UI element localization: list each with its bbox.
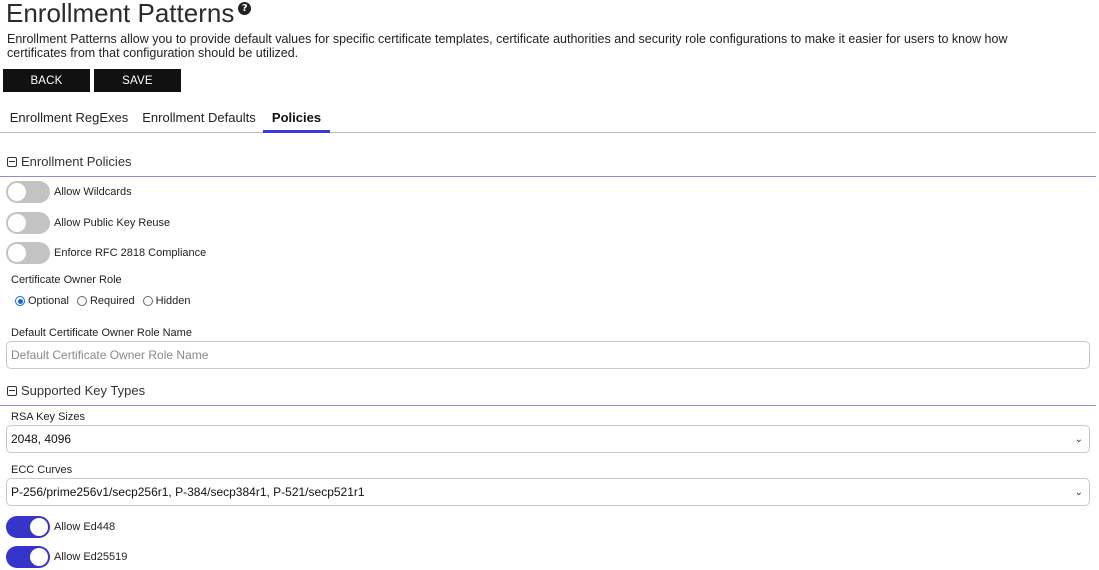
radio-button[interactable] (15, 296, 25, 306)
section-divider (0, 405, 1096, 406)
allow-ed448-toggle[interactable] (6, 516, 50, 538)
allow-public-key-reuse-toggle[interactable] (6, 212, 50, 234)
question-circle-icon[interactable]: ? (238, 2, 252, 15)
allow-wildcards-toggle[interactable] (6, 181, 50, 203)
certificate-owner-role-label: Certificate Owner Role (11, 274, 122, 286)
toggle-label: Allow Wildcards (54, 186, 132, 198)
toggle-label: Enforce RFC 2818 Compliance (54, 247, 207, 259)
tab-enrollment-regexes[interactable]: Enrollment RegExes (3, 103, 135, 131)
toggle-label: Allow Ed448 (54, 521, 116, 533)
section-divider (0, 176, 1096, 177)
radio-required[interactable]: Required (76, 295, 135, 307)
select-value: P-256/prime256v1/secp256r1, P-384/secp38… (11, 485, 365, 499)
default-owner-role-input[interactable]: Default Certificate Owner Role Name (6, 341, 1090, 369)
radio-label: Optional (28, 295, 69, 307)
enrollment-policies-header[interactable]: Enrollment Policies (7, 154, 132, 169)
radio-button[interactable] (142, 296, 153, 306)
allow-ed448-row: Allow Ed448 (6, 516, 115, 538)
owner-role-radio-group: Optional Required Hidden (15, 295, 198, 307)
toggle-knob (30, 518, 48, 536)
enforce-rfc-2818-row: Enforce RFC 2818 Compliance (6, 242, 206, 264)
enforce-rfc-2818-toggle[interactable] (6, 242, 50, 264)
back-button[interactable]: BACK (3, 69, 90, 92)
chevron-down-icon: ⌄ (1074, 486, 1083, 498)
allow-ed25519-toggle[interactable] (6, 546, 50, 568)
select-value: 2048, 4096 (11, 432, 72, 446)
toggle-knob (8, 214, 26, 232)
ecc-curves-select[interactable]: P-256/prime256v1/secp256r1, P-384/secp38… (6, 478, 1090, 506)
allow-wildcards-row: Allow Wildcards (6, 181, 132, 203)
section-title: Supported Key Types (21, 383, 146, 398)
toggle-knob (8, 183, 26, 201)
radio-hidden[interactable]: Hidden (142, 295, 191, 307)
collapse-icon[interactable] (7, 156, 17, 167)
supported-key-types-header[interactable]: Supported Key Types (7, 383, 145, 398)
radio-label: Required (89, 295, 135, 307)
title-row: Enrollment Patterns ? (6, 0, 252, 30)
collapse-icon[interactable] (7, 385, 17, 396)
toggle-label: Allow Public Key Reuse (54, 217, 171, 229)
page-title: Enrollment Patterns (6, 0, 235, 28)
radio-optional[interactable]: Optional (15, 295, 69, 307)
default-owner-role-label: Default Certificate Owner Role Name (11, 327, 192, 339)
tab-enrollment-defaults[interactable]: Enrollment Defaults (137, 103, 261, 131)
ecc-curves-label: ECC Curves (11, 464, 73, 476)
toggle-knob (30, 548, 48, 566)
page-description: Enrollment Patterns allow you to provide… (7, 32, 1008, 60)
save-button[interactable]: SAVE (94, 69, 181, 92)
rsa-key-sizes-label: RSA Key Sizes (11, 411, 85, 423)
chevron-down-icon: ⌄ (1074, 433, 1083, 445)
tab-policies[interactable]: Policies (263, 103, 330, 133)
allow-ed25519-row: Allow Ed25519 (6, 546, 127, 568)
allow-public-key-reuse-row: Allow Public Key Reuse (6, 212, 170, 234)
toggle-knob (8, 244, 26, 262)
tab-bar: Enrollment RegExes Enrollment Defaults P… (0, 103, 1096, 133)
toggle-label: Allow Ed25519 (54, 551, 128, 563)
radio-button[interactable] (76, 296, 87, 306)
rsa-key-sizes-select[interactable]: 2048, 4096 ⌄ (6, 425, 1090, 453)
radio-label: Hidden (155, 295, 191, 307)
section-title: Enrollment Policies (21, 154, 132, 169)
